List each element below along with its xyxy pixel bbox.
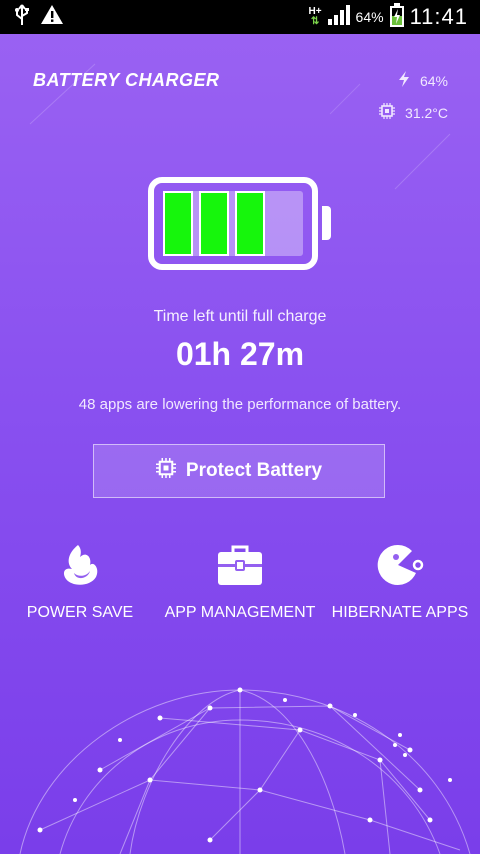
app-title: BATTERY CHARGER [33, 70, 220, 90]
protect-battery-button[interactable]: Protect Battery [93, 444, 385, 498]
battery-cell [199, 191, 229, 256]
status-bar-left [14, 3, 64, 31]
network-indicator: H+ ⇅ [308, 7, 321, 27]
battery-charging-icon [389, 2, 404, 32]
app-management-button[interactable]: APP MANAGEMENT [160, 540, 320, 622]
temperature-value: 31.2°C [405, 104, 448, 121]
flame-icon [0, 540, 160, 590]
hibernate-apps-label: HIBERNATE APPS [331, 604, 469, 621]
chip-icon [155, 458, 176, 484]
warning-icon [40, 4, 64, 30]
hibernate-apps-button[interactable]: HIBERNATE APPS [320, 540, 480, 622]
signal-icon [327, 4, 350, 30]
status-bar-right: H+ ⇅ 64% 11:41 [308, 2, 468, 32]
time-left-value: 01h 27m [175, 336, 305, 372]
charge-level-value: 64% [419, 72, 448, 89]
status-bar: H+ ⇅ 64% 11:41 [0, 0, 480, 34]
battery-cell [235, 191, 265, 256]
usb-icon [14, 3, 30, 31]
battery-percent: 64% [355, 9, 384, 25]
clock: 11:41 [409, 4, 468, 29]
network-arrows-icon: ⇅ [310, 16, 320, 27]
charge-level-stat: 64% [398, 71, 448, 90]
battery-level [163, 191, 303, 256]
battery-cell [163, 191, 193, 256]
battery-tip [322, 206, 331, 240]
apps-warning-message: 48 apps are lowering the performance of … [78, 396, 402, 413]
power-save-button[interactable]: POWER SAVE [0, 540, 160, 622]
bolt-icon [398, 71, 410, 90]
battery-graphic [148, 177, 318, 270]
protect-battery-label: Protect Battery [185, 460, 323, 481]
globe-network-graphic [19, 687, 471, 854]
app-management-label: APP MANAGEMENT [164, 604, 316, 621]
toolbox-icon [160, 540, 320, 590]
chip-icon [379, 103, 396, 122]
power-save-label: POWER SAVE [26, 604, 134, 621]
pacman-icon [320, 540, 480, 590]
charge-subtitle: Time left until full charge [153, 308, 327, 325]
temperature-stat: 31.2°C [379, 103, 448, 122]
